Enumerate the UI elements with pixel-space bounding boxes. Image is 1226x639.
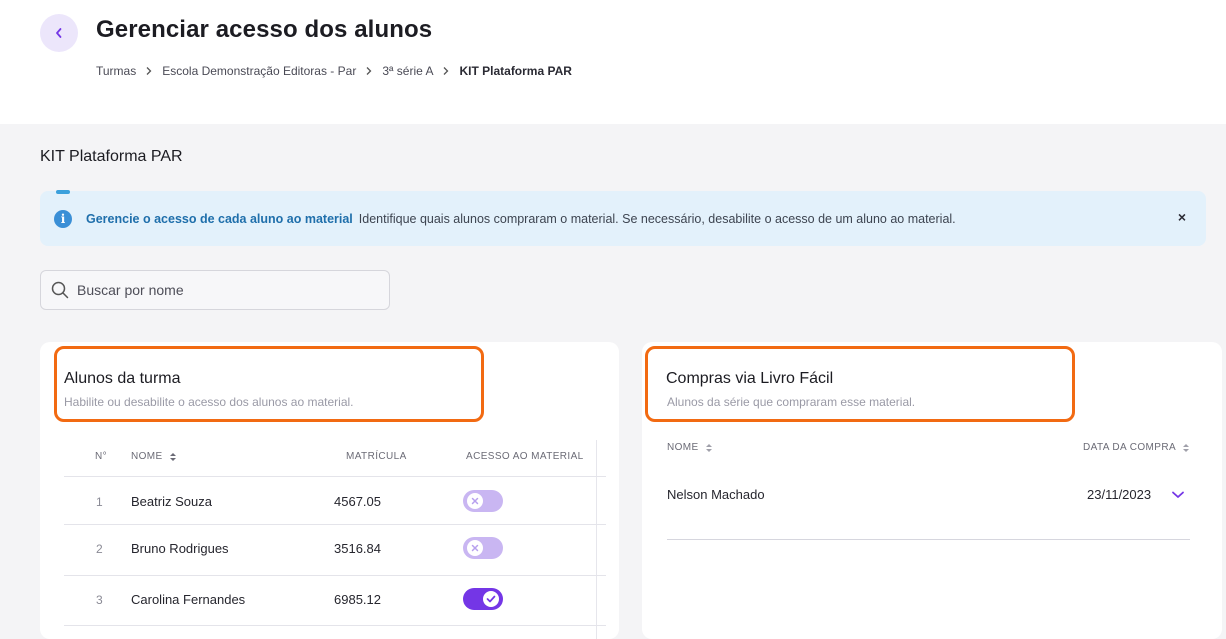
row-divider: [667, 539, 1190, 540]
chevron-left-icon: [56, 28, 62, 38]
student-enrollment: 4567.05: [334, 494, 381, 509]
close-icon[interactable]: ×: [1178, 209, 1186, 225]
row-number: 3: [96, 593, 103, 607]
column-access: ACESSO AO MATERIAL: [466, 451, 584, 462]
breadcrumb-item-turmas[interactable]: Turmas: [96, 64, 136, 78]
banner-text: Identifique quais alunos compraram o mat…: [358, 211, 956, 226]
purchases-column-name-label: NOME: [667, 442, 699, 453]
info-banner: i Gerencie o acesso de cada aluno ao mat…: [40, 190, 1206, 246]
student-name: Beatriz Souza: [131, 494, 212, 509]
column-name-label: NOME: [131, 451, 163, 462]
purchases-column-name[interactable]: NOME: [667, 442, 713, 453]
access-toggle[interactable]: [463, 537, 503, 559]
student-name: Carolina Fernandes: [131, 592, 246, 607]
chevron-down-icon[interactable]: [1171, 490, 1185, 500]
section-title: KIT Plataforma PAR: [40, 148, 183, 165]
purchase-date: 23/11/2023: [1087, 487, 1152, 502]
highlight-box: [645, 346, 1075, 422]
check-icon: [486, 595, 496, 603]
x-icon: [471, 497, 479, 505]
page-title: Gerenciar acesso dos alunos: [96, 16, 433, 43]
row-divider: [64, 476, 606, 477]
chevron-right-icon: [442, 66, 450, 76]
search-field[interactable]: [40, 270, 390, 310]
banner-accent-bar: [56, 190, 70, 194]
purchases-column-date-label: DATA DA COMPRA: [1083, 442, 1177, 453]
purchaser-name: Nelson Machado: [667, 487, 765, 502]
access-toggle[interactable]: [463, 588, 503, 610]
student-enrollment: 3516.84: [334, 541, 381, 556]
access-toggle[interactable]: [463, 490, 503, 512]
breadcrumb: Turmas Escola Demonstração Editoras - Pa…: [96, 64, 572, 78]
toggle-knob: [467, 493, 483, 509]
toggle-knob: [467, 540, 483, 556]
chevron-right-icon: [145, 66, 153, 76]
sort-icon[interactable]: [169, 452, 177, 462]
column-name[interactable]: NOME: [131, 451, 177, 462]
column-enrollment: MATRÍCULA: [346, 451, 407, 462]
row-divider: [64, 524, 606, 525]
row-number: 2: [96, 542, 103, 556]
search-input[interactable]: [77, 282, 377, 298]
toggle-knob: [483, 591, 499, 607]
table-scroll-divider: [596, 440, 597, 639]
column-number: N°: [95, 451, 108, 462]
x-icon: [471, 544, 479, 552]
back-button[interactable]: [40, 14, 78, 52]
banner-heading: Gerencie o acesso de cada aluno ao mater…: [86, 211, 353, 226]
highlight-box: [54, 346, 484, 422]
row-divider: [64, 575, 606, 576]
info-icon: i: [54, 209, 72, 228]
breadcrumb-item-current: KIT Plataforma PAR: [459, 64, 572, 78]
sort-icon[interactable]: [1182, 443, 1190, 453]
row-divider: [64, 625, 606, 626]
chevron-right-icon: [365, 66, 373, 76]
sort-icon[interactable]: [705, 443, 713, 453]
breadcrumb-item-school[interactable]: Escola Demonstração Editoras - Par: [162, 64, 356, 78]
purchases-column-date[interactable]: DATA DA COMPRA: [1083, 442, 1190, 453]
breadcrumb-item-class[interactable]: 3ª série A: [382, 64, 433, 78]
row-number: 1: [96, 495, 103, 509]
search-icon: [51, 281, 69, 299]
student-name: Bruno Rodrigues: [131, 541, 229, 556]
page-header: Gerenciar acesso dos alunos Turmas Escol…: [0, 0, 1226, 124]
student-enrollment: 6985.12: [334, 592, 381, 607]
